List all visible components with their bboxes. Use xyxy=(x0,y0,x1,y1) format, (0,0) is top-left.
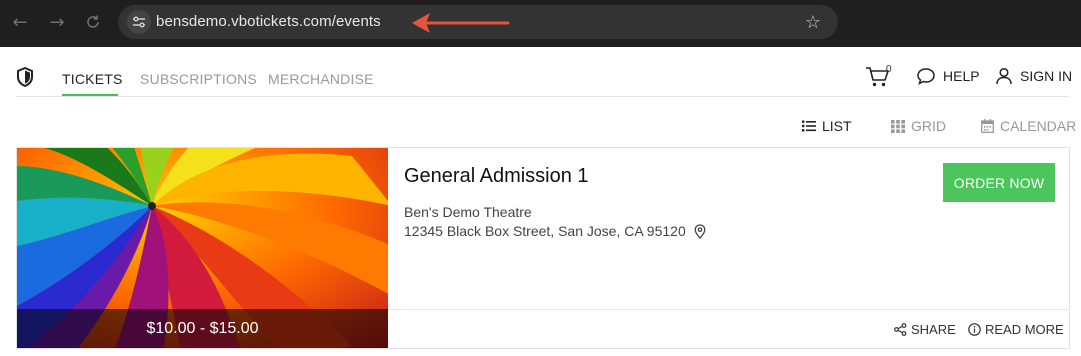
order-now-button[interactable]: ORDER NOW xyxy=(943,163,1055,202)
nav-tickets[interactable]: TICKETS xyxy=(62,71,123,87)
shield-icon[interactable] xyxy=(16,67,34,87)
cart-count: 0 xyxy=(886,64,892,75)
calendar-icon xyxy=(981,119,994,133)
card-divider xyxy=(388,309,1070,310)
url-text[interactable]: bensdemo.vbotickets.com/events xyxy=(156,13,381,30)
event-card: $10.00 - $15.00 General Admission 1 Ben'… xyxy=(16,147,1070,349)
sign-in-link[interactable]: SIGN IN xyxy=(995,67,1072,85)
share-label: SHARE xyxy=(911,322,956,337)
grid-icon xyxy=(891,119,905,133)
venue-name: Ben's Demo Theatre xyxy=(404,204,532,220)
map-pin-icon[interactable] xyxy=(694,223,706,239)
view-calendar-label: CALENDAR xyxy=(1000,118,1077,134)
event-title[interactable]: General Admission 1 xyxy=(404,165,589,188)
view-list-button[interactable]: LIST xyxy=(802,118,852,134)
chat-bubble-icon xyxy=(917,68,935,85)
annotation-arrow-icon xyxy=(412,13,510,33)
info-icon xyxy=(968,323,981,336)
site-settings-icon[interactable] xyxy=(127,10,151,34)
share-button[interactable]: SHARE xyxy=(894,322,956,337)
header-divider xyxy=(16,96,1069,97)
sign-in-label: SIGN IN xyxy=(1020,68,1073,84)
view-grid-button[interactable]: GRID xyxy=(891,118,946,134)
help-link[interactable]: HELP xyxy=(916,67,980,85)
read-more-button[interactable]: READ MORE xyxy=(968,322,1064,337)
address-text: 12345 Black Box Street, San Jose, CA 951… xyxy=(404,223,686,239)
browser-toolbar: ← → bensdemo.vbotickets.com/events ☆ xyxy=(0,0,1081,47)
help-label: HELP xyxy=(943,68,980,84)
nav-subscriptions[interactable]: SUBSCRIPTIONS xyxy=(140,71,257,87)
view-list-label: LIST xyxy=(822,118,852,134)
share-icon xyxy=(894,323,907,336)
venue-address: 12345 Black Box Street, San Jose, CA 951… xyxy=(404,223,706,239)
reload-icon[interactable] xyxy=(82,11,104,33)
back-arrow-icon[interactable]: ← xyxy=(9,11,31,33)
view-calendar-button[interactable]: CALENDAR xyxy=(981,118,1076,134)
star-icon[interactable]: ☆ xyxy=(802,11,824,33)
price-range: $10.00 - $15.00 xyxy=(17,309,388,348)
read-more-label: READ MORE xyxy=(985,322,1064,337)
list-icon xyxy=(802,120,816,132)
view-grid-label: GRID xyxy=(911,118,946,134)
user-icon xyxy=(996,67,1012,85)
nav-merchandise[interactable]: MERCHANDISE xyxy=(268,71,374,87)
forward-arrow-icon[interactable]: → xyxy=(46,11,68,33)
event-image[interactable]: $10.00 - $15.00 xyxy=(17,148,388,348)
